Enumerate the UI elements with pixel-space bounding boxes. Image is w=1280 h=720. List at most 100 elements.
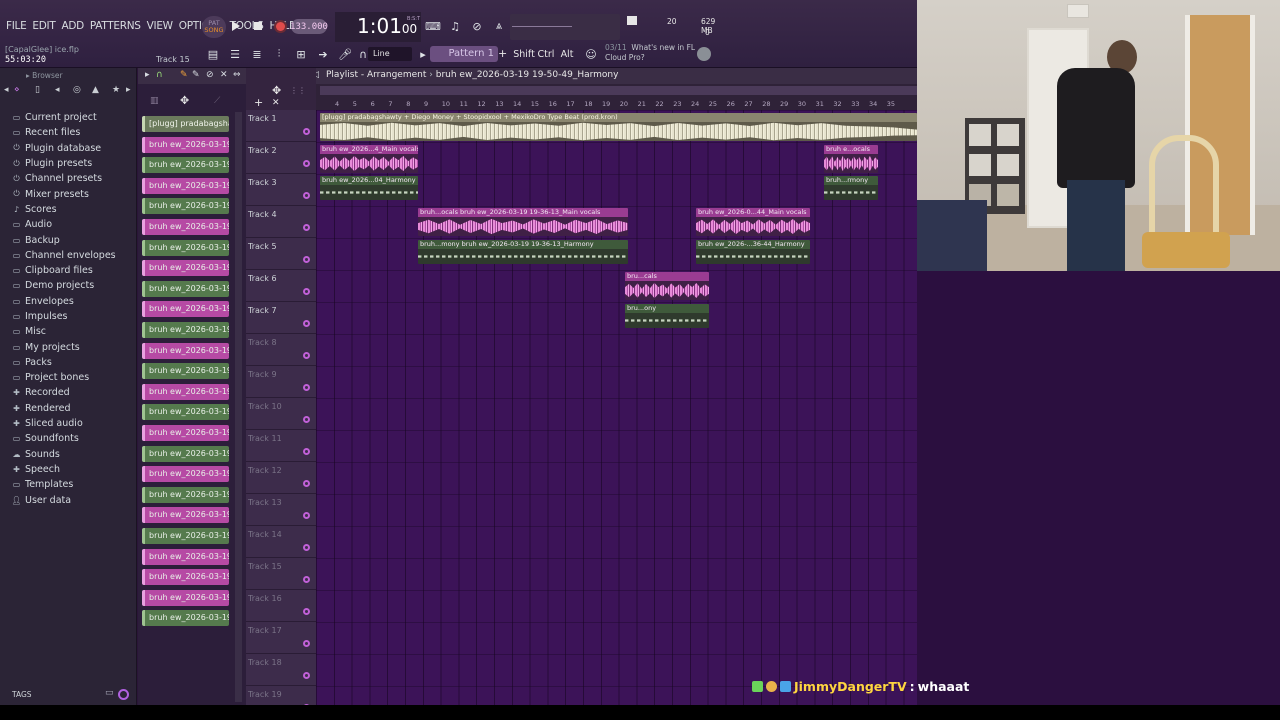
- play-button[interactable]: [228, 17, 244, 35]
- track-header[interactable]: Track 5: [246, 238, 316, 270]
- picker-scrollbar[interactable]: [235, 112, 242, 702]
- picker-clip-item[interactable]: bruh ew_2026-03-19 19...: [142, 425, 229, 441]
- vocal-clip[interactable]: bruh ew_2026-0...44_Main vocals: [696, 208, 810, 236]
- master-volume-line[interactable]: [512, 26, 572, 27]
- harmony-clip[interactable]: bruh ew_2026...04_Harmony: [320, 176, 418, 200]
- picker-clip-item[interactable]: bruh ew_2026-03-19 19...: [142, 445, 229, 462]
- picker-clip-item[interactable]: bruh ew_2026-03-19 19...: [142, 486, 229, 503]
- track-mute-icon[interactable]: [303, 448, 310, 455]
- playlist-grid[interactable]: [plugg] pradabagshawty + Diego Money + S…: [316, 110, 917, 705]
- magnet-snap-icon[interactable]: ∩: [156, 70, 163, 80]
- browser-item[interactable]: ▭ Channel envelopes: [0, 248, 137, 263]
- harmony-clip[interactable]: bruh...rmony: [824, 176, 878, 200]
- channel-rack-icon[interactable]: ☰: [226, 46, 244, 62]
- stop-button[interactable]: [250, 17, 266, 35]
- track-move-icon[interactable]: ✥: [272, 84, 281, 97]
- track-header[interactable]: Track 18: [246, 654, 316, 686]
- delete-tool-icon[interactable]: ⊘: [206, 70, 214, 80]
- picker-clip-item[interactable]: bruh ew_2026-03-19 19...: [142, 301, 229, 318]
- harmony-clip[interactable]: bruh...mony bruh ew_2026-03-19 19-36-13_…: [418, 240, 628, 264]
- track-header[interactable]: Track 16: [246, 590, 316, 622]
- browser-item[interactable]: ☁ Sounds: [0, 447, 137, 462]
- mute-tool-icon[interactable]: ✕: [220, 70, 228, 80]
- browser-item[interactable]: ▭ Current project: [0, 110, 137, 125]
- news-panel[interactable]: 03/11 What's new in FL Cloud Pro?: [605, 43, 695, 63]
- vocal-clip[interactable]: bruh...ocals bruh ew_2026-03-19 19-36-13…: [418, 208, 628, 236]
- browser-item[interactable]: ⏻ Mixer presets: [0, 186, 137, 201]
- browser-cloud-icon[interactable]: ▲: [92, 85, 99, 95]
- track-mute-icon[interactable]: [303, 192, 310, 199]
- track-mute-icon[interactable]: [303, 640, 310, 647]
- track-header[interactable]: Track 13: [246, 494, 316, 526]
- picker-clip-item[interactable]: bruh ew_2026-03-19 19...: [142, 610, 229, 627]
- picker-clip-item[interactable]: bruh ew_2026-03-19 19...: [142, 466, 229, 483]
- pattern-selector[interactable]: Pattern 1: [430, 46, 498, 62]
- picker-clip-item[interactable]: bruh ew_2026-03-19 19...: [142, 260, 229, 277]
- harmony-clip[interactable]: bru...ony: [625, 304, 709, 328]
- menu-patterns[interactable]: PATTERNS: [90, 20, 141, 32]
- track-mute-icon[interactable]: [303, 672, 310, 679]
- browser-item[interactable]: ▭ Soundfonts: [0, 431, 137, 446]
- menu-view[interactable]: VIEW: [147, 20, 173, 32]
- browser-item[interactable]: ✚ Speech: [0, 462, 137, 477]
- browser-item[interactable]: ✚ Rendered: [0, 401, 137, 416]
- track-mute-icon[interactable]: [303, 128, 310, 135]
- track-header[interactable]: Track 14: [246, 526, 316, 558]
- shift-key-button[interactable]: Shift: [513, 46, 535, 62]
- picker-pattern-icon[interactable]: ▥: [150, 96, 159, 106]
- playlist-menu-icon[interactable]: ▸: [145, 70, 150, 80]
- draw-tool-icon[interactable]: ✎: [180, 70, 188, 80]
- menu-add[interactable]: ADD: [61, 20, 84, 32]
- step-edit-icon[interactable]: ♫: [446, 18, 464, 34]
- picker-clip-item[interactable]: bruh ew_2026-03-19 19...: [142, 569, 229, 586]
- track-mute-icon[interactable]: [303, 224, 310, 231]
- vocal-clip[interactable]: bruh e...ocals: [824, 145, 878, 173]
- picker-clip-item[interactable]: bruh ew_2026-03-19 19...: [142, 548, 229, 565]
- metronome-icon[interactable]: ⩓: [490, 18, 508, 34]
- track-mute-icon[interactable]: [303, 512, 310, 519]
- beat-clip[interactable]: [plugg] pradabagshawty + Diego Money + S…: [320, 113, 917, 141]
- picker-move-icon[interactable]: ✥: [180, 94, 189, 107]
- picker-clip-item[interactable]: bruh ew_2026-03-19 19...: [142, 198, 229, 215]
- track-header[interactable]: Track 9: [246, 366, 316, 398]
- arrow-right-icon[interactable]: ➔: [314, 46, 332, 62]
- track-header[interactable]: Track 2: [246, 142, 316, 174]
- timeline-marker-bar[interactable]: [320, 86, 917, 95]
- track-mute-icon[interactable]: [303, 384, 310, 391]
- picker-clip-item[interactable]: bruh ew_2026-03-19 19...: [142, 528, 229, 544]
- typing-keyboard-icon[interactable]: ⌨: [424, 18, 442, 34]
- browser-item[interactable]: ▭ Templates: [0, 477, 137, 492]
- picker-clip-item[interactable]: bruh ew_2026-03-19 19...: [142, 219, 229, 235]
- picker-clip-item[interactable]: bruh ew_2026-03-19 19...: [142, 363, 229, 380]
- piano-roll-icon[interactable]: ≣: [248, 46, 266, 62]
- picker-clip-item[interactable]: [plugg] pradabagsha...: [142, 116, 229, 132]
- picker-clip-item[interactable]: bruh ew_2026-03-19 19...: [142, 136, 229, 153]
- track-mute-icon[interactable]: [303, 576, 310, 583]
- track-header[interactable]: Track 17: [246, 622, 316, 654]
- track-header[interactable]: Track 10: [246, 398, 316, 430]
- browser-item[interactable]: ⏻ Channel presets: [0, 171, 137, 186]
- track-mute-icon[interactable]: [303, 320, 310, 327]
- track-header[interactable]: Track 15: [246, 558, 316, 590]
- browser-item[interactable]: ✚ Sliced audio: [0, 416, 137, 431]
- picker-clip-item[interactable]: bruh ew_2026-03-19 19...: [142, 507, 229, 524]
- track-mute-icon[interactable]: [303, 608, 310, 615]
- close-track-icon[interactable]: ✕: [272, 98, 280, 108]
- track-header[interactable]: Track 3: [246, 174, 316, 206]
- alt-key-button[interactable]: Alt: [558, 46, 576, 62]
- track-tools-icon[interactable]: ⋮⋮: [290, 86, 306, 95]
- snap-select[interactable]: Line: [368, 47, 412, 61]
- add-pattern-button[interactable]: +: [498, 47, 507, 60]
- pat-song-toggle[interactable]: PAT SONG: [202, 16, 226, 38]
- browser-item[interactable]: ▭ My projects: [0, 339, 137, 354]
- browser-item[interactable]: ⏻ Plugin presets: [0, 156, 137, 171]
- picker-clip-item[interactable]: bruh ew_2026-03-19 19...: [142, 589, 229, 606]
- vocal-clip[interactable]: bru...cals: [625, 272, 709, 300]
- track-header[interactable]: Track 7: [246, 302, 316, 334]
- picker-clip-item[interactable]: bruh ew_2026-03-19 19...: [142, 342, 229, 359]
- browser-item[interactable]: ⏻ Plugin database: [0, 141, 137, 156]
- browser-item[interactable]: 👤︎ User data: [0, 492, 137, 507]
- track-mute-icon[interactable]: [303, 480, 310, 487]
- search-icon[interactable]: [118, 689, 129, 700]
- plugin-picker-icon[interactable]: ⊞: [292, 46, 310, 62]
